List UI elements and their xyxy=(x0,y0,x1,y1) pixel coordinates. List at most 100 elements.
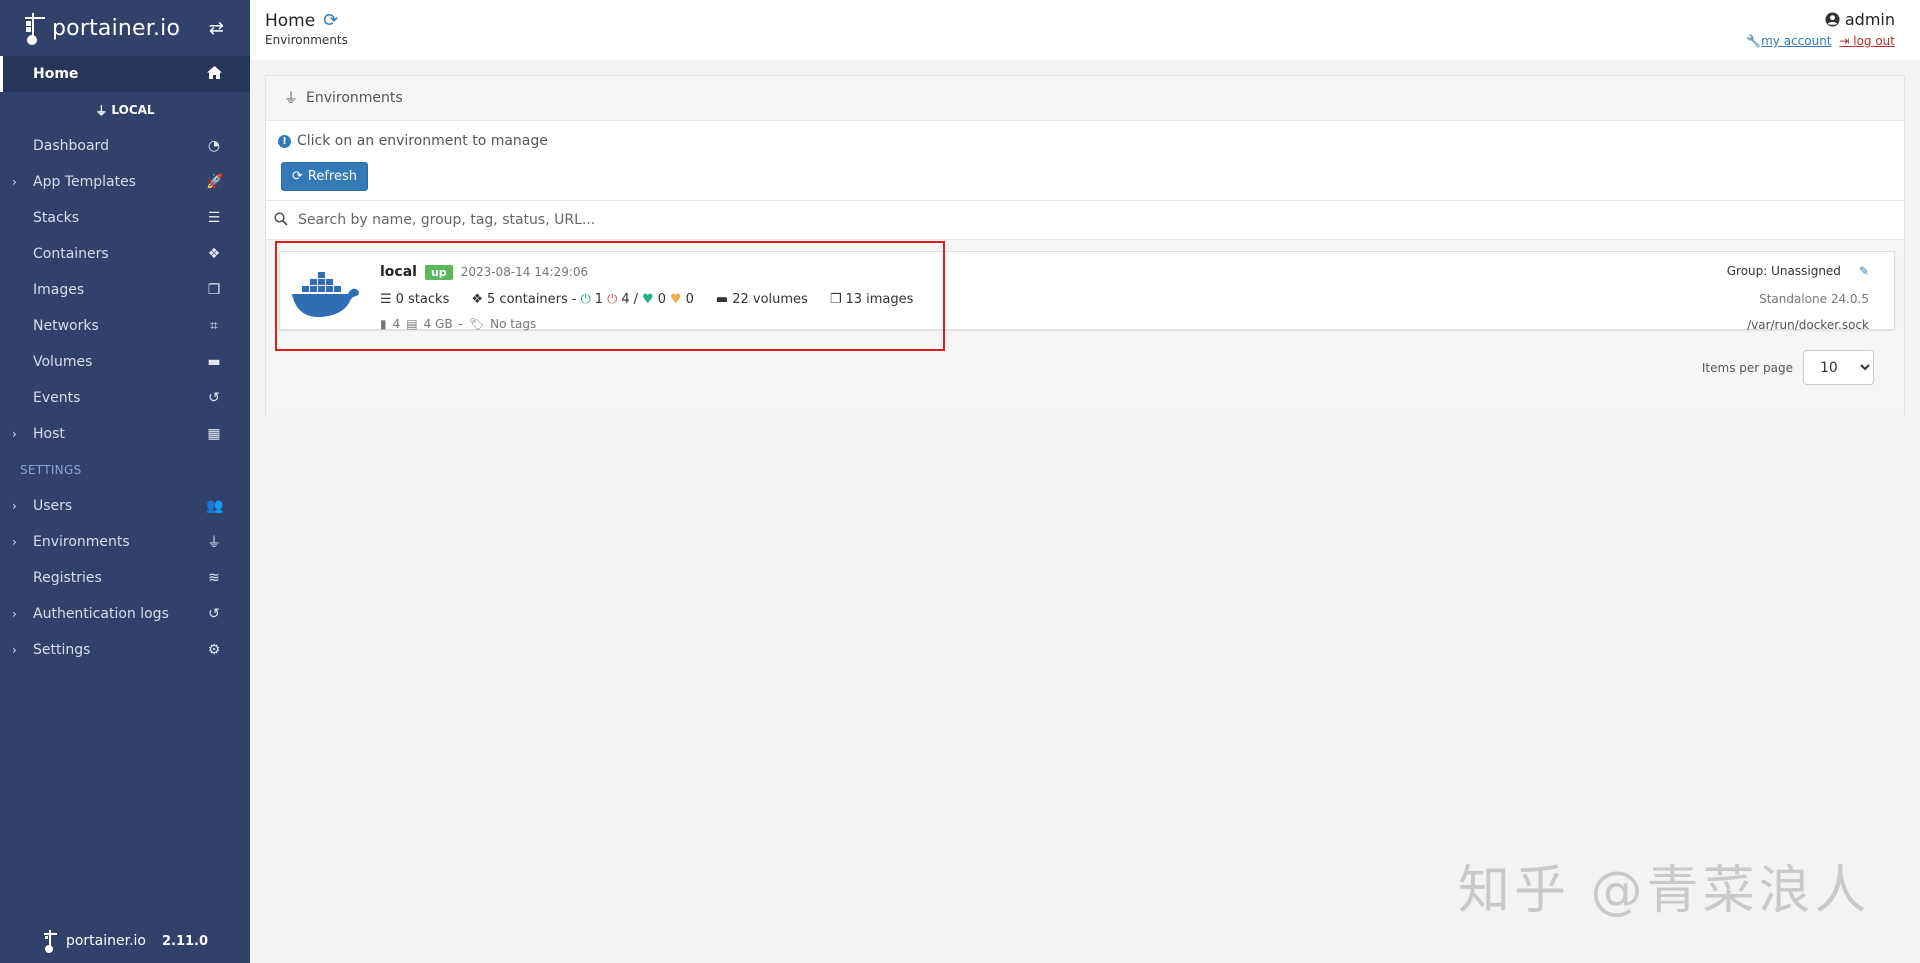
search-icon xyxy=(274,211,288,230)
docker-logo-icon xyxy=(292,272,359,317)
sidebar-item-label: Home xyxy=(33,66,79,82)
chevron-right-icon[interactable]: › xyxy=(12,643,17,657)
chevron-right-icon[interactable]: › xyxy=(12,427,17,441)
sidebar-item-dashboard[interactable]: Dashboard ◔ xyxy=(0,128,250,164)
search-bar xyxy=(266,200,1904,240)
sidebar-item-label: Images xyxy=(33,282,85,298)
settings-section-title: SETTINGS xyxy=(20,463,82,477)
sidebar-item-label: Authentication logs xyxy=(33,606,169,622)
plug-icon: ⏚ xyxy=(95,103,108,118)
environment-timestamp: 2023-08-14 14:29:06 xyxy=(460,265,589,279)
environment-title-row: local up 2023-08-14 14:29:06 xyxy=(380,264,588,280)
hdd-icon: ▬ xyxy=(207,354,221,370)
environment-url: /var/run/docker.sock xyxy=(1747,318,1869,332)
th-list-icon: ☰ xyxy=(207,210,221,226)
environment-local-label: ⏚ LOCAL xyxy=(95,103,155,118)
sidebar-item-environments[interactable]: › Environments ⏚ xyxy=(0,524,250,560)
portainer-logo[interactable]: portainer.io xyxy=(22,11,180,45)
log-out-link[interactable]: ⇥ log out xyxy=(1839,34,1895,48)
widget-title: Environments xyxy=(306,90,403,106)
containers-count: 5 containers xyxy=(487,292,568,307)
sidebar-item-label: Containers xyxy=(33,246,109,262)
user-box: admin 🔧my account ⇥ log out xyxy=(1746,10,1895,48)
healthy-count: 0 xyxy=(657,292,666,307)
portainer-crane-icon xyxy=(43,930,57,953)
sidebar-item-registries[interactable]: Registries ≋ xyxy=(0,560,250,596)
memory-icon: ▤ xyxy=(406,317,418,331)
stacks-count: 0 stacks xyxy=(395,292,450,307)
sidebar-item-label: Settings xyxy=(33,642,91,658)
cubes-icon: ❖ xyxy=(207,246,221,262)
cpu-count: 4 xyxy=(392,317,401,331)
environment-meta: ▮ 4 ▤ 4 GB - 🏷 No tags xyxy=(380,317,537,331)
heart-broken-icon: ♥ xyxy=(669,292,682,307)
sidebar-item-label: Events xyxy=(33,390,81,406)
sidebar-item-events[interactable]: Events ↺ xyxy=(0,380,250,416)
environment-list: local up 2023-08-14 14:29:06 ☰ 0 stacks … xyxy=(266,240,1904,415)
environment-tags: No tags xyxy=(490,317,537,331)
sidebar-item-users[interactable]: › Users 👥 xyxy=(0,488,250,524)
sidebar-item-networks[interactable]: Networks ⌗ xyxy=(0,308,250,344)
user-links: 🔧my account ⇥ log out xyxy=(1746,34,1895,48)
sidebar-item-authentication-logs[interactable]: › Authentication logs ↺ xyxy=(0,596,250,632)
sidebar-item-label: Stacks xyxy=(33,210,80,226)
sidebar: portainer.io ⇄ Home ⏚ LOCAL Dashboard ◔ › A… xyxy=(0,0,250,963)
history-icon: ↺ xyxy=(208,606,220,622)
footer-version: 2.11.0 xyxy=(161,933,209,949)
edit-pencil-icon[interactable]: ✎ xyxy=(1859,264,1869,278)
toggle-sidebar-icon[interactable]: ⇄ xyxy=(209,18,224,39)
tachometer-icon: ◔ xyxy=(207,138,221,154)
status-badge: up xyxy=(424,264,453,280)
user-info: admin xyxy=(1746,10,1895,29)
rocket-icon: 🚀 xyxy=(206,174,224,190)
page-title: Home ⟳ xyxy=(265,10,339,31)
power-off-icon: ⏻ xyxy=(607,292,618,307)
sidebar-item-label: Dashboard xyxy=(33,138,109,154)
sidebar-item-label: App Templates xyxy=(33,174,136,190)
environment-group: Group: Unassigned ✎ xyxy=(1726,264,1869,278)
sidebar-item-host[interactable]: › Host ▦ xyxy=(0,416,250,452)
items-per-page-select[interactable]: 10 xyxy=(1803,350,1874,385)
sidebar-item-containers[interactable]: Containers ❖ xyxy=(0,236,250,272)
refresh-button[interactable]: ⟳ Refresh xyxy=(281,162,368,191)
sidebar-item-app-templates[interactable]: › App Templates 🚀 xyxy=(0,164,250,200)
sidebar-item-settings[interactable]: › Settings ⚙ xyxy=(0,632,250,668)
info-message: ! Click on an environment to manage xyxy=(266,121,1904,149)
sidebar-item-home[interactable]: Home xyxy=(0,56,250,92)
sidebar-item-stacks[interactable]: Stacks ☰ xyxy=(0,200,250,236)
sidebar-item-label: Users xyxy=(33,498,73,514)
th-list-icon: ☰ xyxy=(380,292,392,307)
home-icon xyxy=(206,65,222,83)
chevron-right-icon[interactable]: › xyxy=(12,535,17,549)
brand-name: portainer.io xyxy=(52,15,181,41)
portainer-crane-icon xyxy=(25,13,45,45)
chevron-right-icon[interactable]: › xyxy=(12,499,17,513)
sidebar-item-images[interactable]: Images ❐ xyxy=(0,272,250,308)
sidebar-item-label: Environments xyxy=(33,534,130,550)
cogs-icon: ⚙ xyxy=(207,642,221,658)
tags-icon: 🏷 xyxy=(468,317,485,331)
sidebar-item-volumes[interactable]: Volumes ▬ xyxy=(0,344,250,380)
wrench-icon: 🔧 xyxy=(1746,34,1762,48)
history-icon: ↺ xyxy=(208,390,220,406)
clone-icon: ❐ xyxy=(207,282,221,298)
environment-card-local[interactable]: local up 2023-08-14 14:29:06 ☰ 0 stacks … xyxy=(279,251,1895,332)
memory-size: 4 GB xyxy=(423,317,453,331)
database-icon: ≋ xyxy=(208,570,220,586)
widget-header: ⏚ Environments xyxy=(266,76,1904,121)
cpu-icon: ▮ xyxy=(380,317,387,331)
my-account-link[interactable]: my account xyxy=(1761,34,1831,48)
search-input[interactable] xyxy=(298,212,1198,228)
th-icon: ▦ xyxy=(207,426,221,442)
power-on-icon: ⏻ xyxy=(580,292,591,307)
refresh-icon[interactable]: ⟳ xyxy=(323,10,338,31)
username: admin xyxy=(1844,10,1895,29)
chevron-right-icon[interactable]: › xyxy=(12,175,17,189)
breadcrumb: Environments xyxy=(265,33,348,47)
environments-widget: ⏚ Environments ! Click on an environment… xyxy=(265,75,1905,415)
sidebar-item-label: Networks xyxy=(33,318,99,334)
environment-name: local xyxy=(380,264,417,280)
clone-icon: ❐ xyxy=(829,292,842,307)
sidebar-item-label: Volumes xyxy=(33,354,93,370)
chevron-right-icon[interactable]: › xyxy=(12,607,17,621)
